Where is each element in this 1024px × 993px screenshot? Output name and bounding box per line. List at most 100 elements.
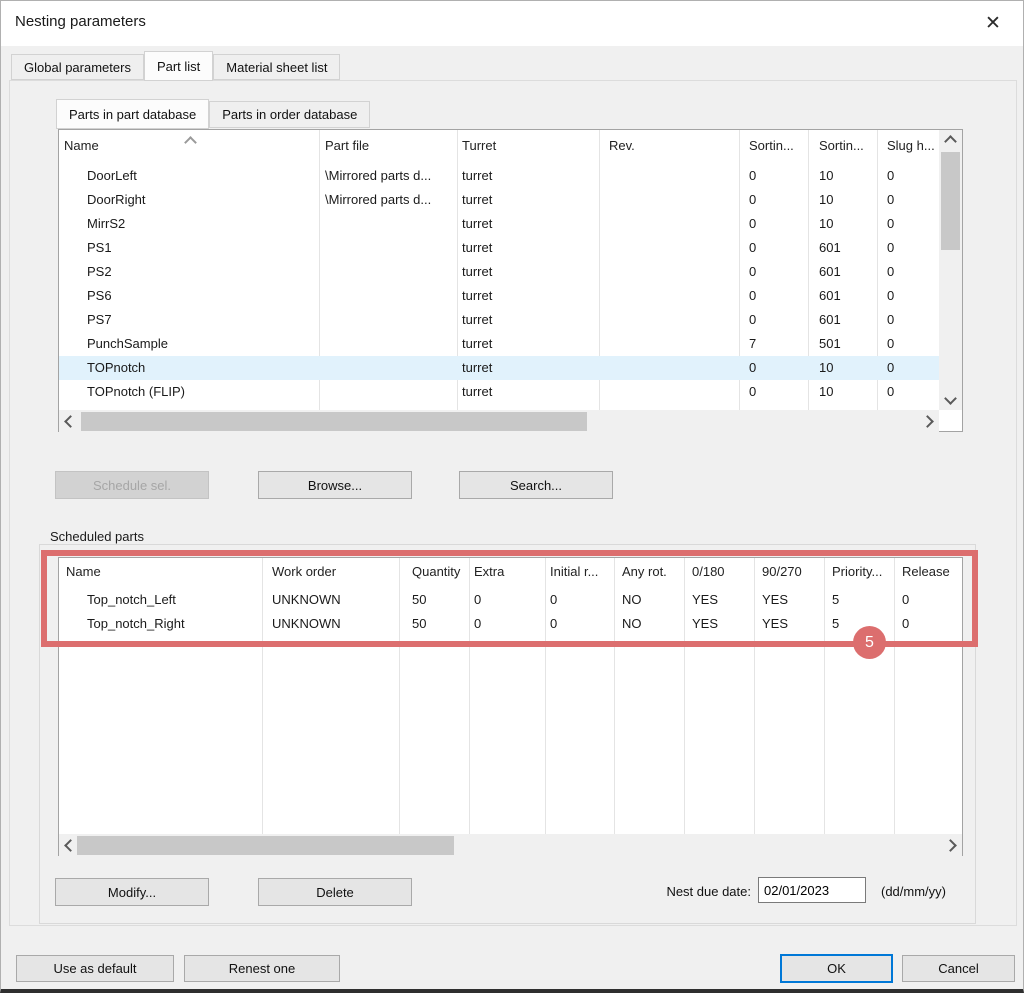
table-cell: 7 bbox=[749, 332, 756, 356]
scroll-left-icon[interactable] bbox=[59, 411, 79, 431]
table-cell: Top_notch_Right bbox=[87, 612, 185, 636]
table-cell: 601 bbox=[819, 284, 841, 308]
table-cell: turret bbox=[462, 212, 492, 236]
table-row[interactable]: PS7turret06010 bbox=[59, 308, 939, 332]
scroll-right-icon[interactable] bbox=[919, 411, 939, 431]
horizontal-scrollbar-thumb[interactable] bbox=[81, 412, 587, 431]
column-header[interactable]: Part file bbox=[325, 130, 369, 162]
table-row[interactable]: Top_notch_RightUNKNOWN5000NOYESYES50 bbox=[59, 612, 962, 636]
scheduled-table-body: Top_notch_LeftUNKNOWN5000NOYESYES50Top_n… bbox=[59, 588, 962, 648]
column-header[interactable]: Name bbox=[66, 558, 101, 586]
table-row[interactable]: PS2turret06010 bbox=[59, 260, 939, 284]
tab-parts-in-part-database[interactable]: Parts in part database bbox=[56, 99, 209, 129]
scroll-down-icon[interactable] bbox=[940, 390, 960, 410]
table-row[interactable]: DoorLeft\Mirrored parts d...turret0100 bbox=[59, 164, 939, 188]
table-cell: 0 bbox=[887, 380, 894, 404]
table-row[interactable]: DoorRight\Mirrored parts d...turret0100 bbox=[59, 188, 939, 212]
close-icon[interactable]: ✕ bbox=[979, 9, 1007, 37]
table-cell: 0 bbox=[902, 588, 909, 612]
column-header[interactable]: Sortin... bbox=[749, 130, 794, 162]
scheduled-parts-table: Name Work order Quantity Extra Initial r... A… bbox=[58, 557, 963, 856]
table-cell: 10 bbox=[819, 188, 833, 212]
table-row[interactable]: Top_notch_LeftUNKNOWN5000NOYESYES50 bbox=[59, 588, 962, 612]
table-cell: 0 bbox=[749, 356, 756, 380]
delete-button[interactable]: Delete bbox=[258, 878, 412, 906]
table-cell: YES bbox=[762, 588, 788, 612]
main-tab-bar: Global parameters Part list Material she… bbox=[11, 51, 340, 80]
column-header[interactable]: 0/180 bbox=[692, 558, 725, 586]
table-row[interactable]: PS6turret06010 bbox=[59, 284, 939, 308]
scheduled-parts-label: Scheduled parts bbox=[45, 529, 149, 544]
horizontal-scrollbar-thumb[interactable] bbox=[77, 836, 454, 855]
cancel-button[interactable]: Cancel bbox=[902, 955, 1015, 982]
vertical-scrollbar[interactable] bbox=[939, 130, 962, 410]
column-header[interactable]: Turret bbox=[462, 130, 496, 162]
table-cell: 0 bbox=[902, 612, 909, 636]
table-row[interactable]: PunchSampleturret75010 bbox=[59, 332, 939, 356]
table-cell: PS7 bbox=[87, 308, 112, 332]
table-cell: turret bbox=[462, 164, 492, 188]
table-cell: 0 bbox=[550, 612, 557, 636]
nesting-parameters-dialog: Nesting parameters ✕ Global parameters P… bbox=[0, 0, 1024, 993]
column-header[interactable]: Slug h... bbox=[887, 130, 935, 162]
browse-button[interactable]: Browse... bbox=[258, 471, 412, 499]
table-cell: 0 bbox=[550, 588, 557, 612]
table-cell: 0 bbox=[474, 612, 481, 636]
column-header[interactable]: Initial r... bbox=[550, 558, 598, 586]
table-cell: 10 bbox=[819, 380, 833, 404]
table-cell: TOPnotch bbox=[87, 356, 145, 380]
vertical-scrollbar-thumb[interactable] bbox=[941, 152, 960, 250]
table-cell: 0 bbox=[887, 356, 894, 380]
table-row[interactable]: PS1turret06010 bbox=[59, 236, 939, 260]
table-cell: 0 bbox=[474, 588, 481, 612]
table-cell: 0 bbox=[749, 380, 756, 404]
table-row[interactable]: TOPnotchturret0100 bbox=[59, 356, 939, 380]
column-header[interactable]: Priority... bbox=[832, 558, 882, 586]
table-cell: 0 bbox=[887, 164, 894, 188]
column-header[interactable]: Any rot. bbox=[622, 558, 667, 586]
ok-button[interactable]: OK bbox=[780, 954, 893, 983]
renest-one-button[interactable]: Renest one bbox=[184, 955, 340, 982]
use-as-default-button[interactable]: Use as default bbox=[16, 955, 174, 982]
table-cell: UNKNOWN bbox=[272, 588, 341, 612]
table-cell: 0 bbox=[749, 188, 756, 212]
tab-global-parameters[interactable]: Global parameters bbox=[11, 54, 144, 80]
horizontal-scrollbar[interactable] bbox=[59, 834, 962, 857]
scroll-left-icon[interactable] bbox=[59, 835, 79, 855]
column-header[interactable]: Name bbox=[64, 130, 99, 162]
table-cell: UNKNOWN bbox=[272, 612, 341, 636]
column-header[interactable]: Sortin... bbox=[819, 130, 864, 162]
tab-parts-in-order-database[interactable]: Parts in order database bbox=[209, 101, 370, 128]
table-cell: 501 bbox=[819, 332, 841, 356]
horizontal-scrollbar[interactable] bbox=[59, 410, 939, 433]
table-cell: turret bbox=[462, 380, 492, 404]
table-cell: 0 bbox=[749, 164, 756, 188]
modify-button[interactable]: Modify... bbox=[55, 878, 209, 906]
column-header[interactable]: Rev. bbox=[609, 130, 635, 162]
sub-tab-bar: Parts in part database Parts in order da… bbox=[56, 99, 370, 128]
tab-part-list[interactable]: Part list bbox=[144, 51, 213, 81]
table-cell: 50 bbox=[412, 612, 426, 636]
table-cell: 0 bbox=[887, 260, 894, 284]
tab-material-sheet-list[interactable]: Material sheet list bbox=[213, 54, 340, 80]
table-row[interactable]: TOPnotch (FLIP)turret0100 bbox=[59, 380, 939, 404]
table-cell: YES bbox=[692, 588, 718, 612]
table-cell: Top_notch_Left bbox=[87, 588, 176, 612]
column-header[interactable]: Extra bbox=[474, 558, 504, 586]
table-cell: 0 bbox=[887, 212, 894, 236]
column-header[interactable]: Work order bbox=[272, 558, 336, 586]
search-button[interactable]: Search... bbox=[459, 471, 613, 499]
nest-due-date-label: Nest due date: bbox=[621, 878, 751, 906]
table-row[interactable]: MirrS2turret0100 bbox=[59, 212, 939, 236]
table-cell: turret bbox=[462, 260, 492, 284]
table-cell: 0 bbox=[887, 236, 894, 260]
column-header[interactable]: Release bbox=[902, 558, 950, 586]
scroll-up-icon[interactable] bbox=[940, 130, 960, 150]
table-cell: 0 bbox=[749, 212, 756, 236]
scroll-right-icon[interactable] bbox=[942, 835, 962, 855]
column-header[interactable]: 90/270 bbox=[762, 558, 802, 586]
nest-due-date-input[interactable] bbox=[758, 877, 866, 903]
date-format-label: (dd/mm/yy) bbox=[881, 878, 946, 906]
column-header[interactable]: Quantity bbox=[412, 558, 460, 586]
table-cell: MirrS2 bbox=[87, 212, 125, 236]
